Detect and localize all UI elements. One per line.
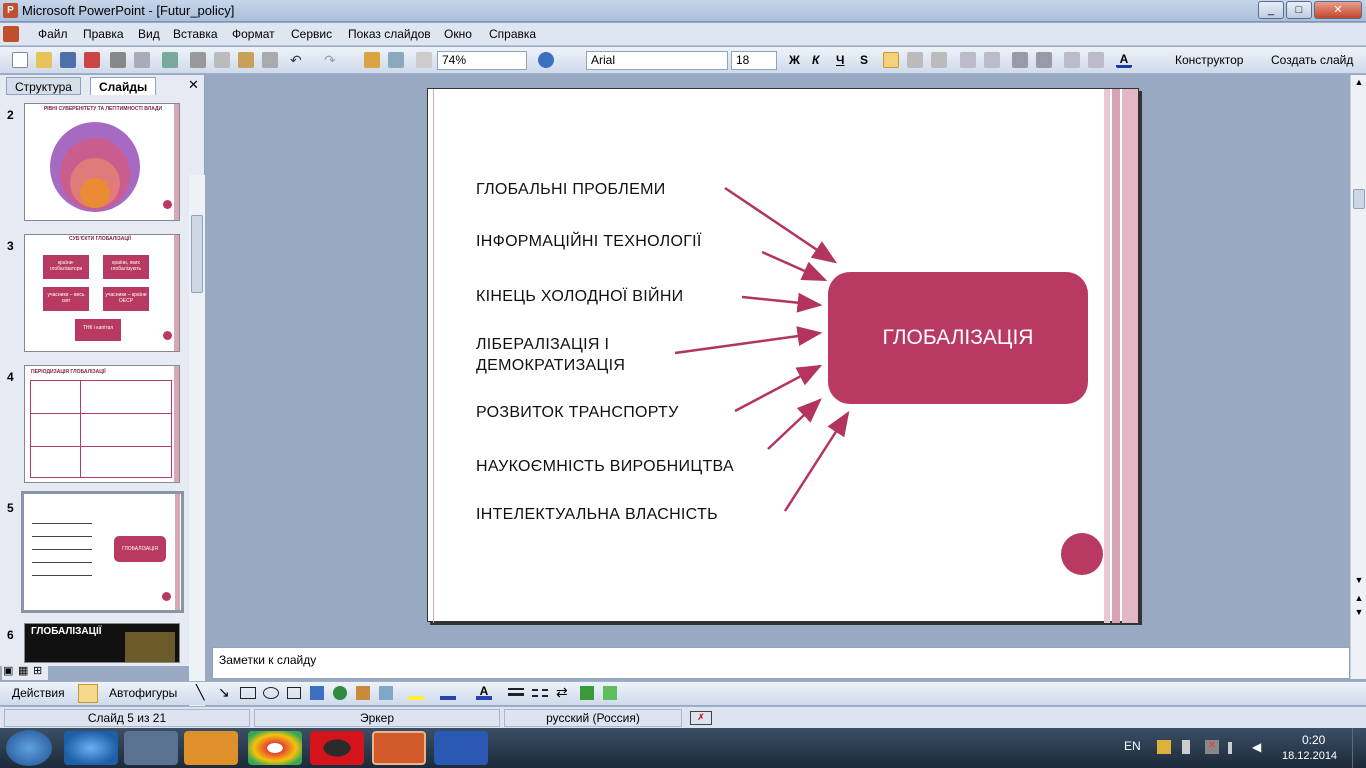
volume-icon[interactable]: ◀ bbox=[1252, 740, 1266, 754]
label-end-of-cold-war[interactable]: КІНЕЦЬ ХОЛОДНОЇ ВІЙНИ bbox=[476, 286, 683, 307]
oval-icon[interactable] bbox=[263, 687, 279, 699]
windows-taskbar: EN ✕ ◀ 0:20 18.12.2014 bbox=[0, 728, 1366, 768]
arrow-1 bbox=[724, 186, 838, 264]
label-knowledge-intensive-production[interactable]: НАУКОЄМНІСТЬ ВИРОБНИЦТВА bbox=[476, 456, 734, 477]
status-design-name: Эркер bbox=[254, 709, 500, 727]
autoshapes-menu[interactable]: Автофигуры bbox=[109, 686, 177, 700]
status-language: русский (Россия) bbox=[504, 709, 682, 727]
arrow-icon[interactable]: ↘ bbox=[218, 684, 230, 701]
label-intellectual-property[interactable]: ІНТЕЛЕКТУАЛЬНА ВЛАСНІСТЬ bbox=[476, 504, 718, 525]
arrow-6 bbox=[767, 398, 822, 450]
next-slide-icon[interactable]: ▼ bbox=[1353, 607, 1365, 619]
start-button[interactable] bbox=[6, 730, 52, 766]
diagram-icon[interactable] bbox=[333, 686, 347, 700]
word-taskbar-icon[interactable] bbox=[434, 731, 488, 765]
notes-pane[interactable]: Заметки к слайду bbox=[212, 647, 1350, 679]
scroll-down-icon[interactable]: ▼ bbox=[1353, 575, 1365, 587]
arrow-7 bbox=[783, 410, 850, 512]
rectangle-icon[interactable] bbox=[240, 687, 256, 699]
scroll-thumb[interactable] bbox=[1353, 189, 1365, 209]
picture-icon[interactable] bbox=[379, 686, 393, 700]
line-icon[interactable]: ╲ bbox=[196, 684, 204, 701]
textbox-icon[interactable] bbox=[287, 687, 301, 699]
line-style-icon[interactable] bbox=[508, 688, 524, 696]
line-color-icon[interactable] bbox=[440, 686, 456, 700]
network-status-icon[interactable] bbox=[1157, 740, 1171, 754]
dash-style-icon[interactable] bbox=[532, 689, 548, 697]
fill-color-icon[interactable] bbox=[408, 686, 424, 700]
label-transport-development[interactable]: РОЗВИТОК ТРАНСПОРТУ bbox=[476, 402, 679, 423]
arrow-4 bbox=[674, 326, 823, 355]
clock-time[interactable]: 0:20 bbox=[1302, 733, 1325, 747]
view-buttons: ▣ ▦ ⊞ bbox=[2, 664, 48, 680]
arrow-3 bbox=[741, 292, 823, 313]
battery-icon[interactable] bbox=[1182, 740, 1190, 754]
clipart-icon[interactable] bbox=[356, 686, 370, 700]
label-liberalization[interactable]: ЛІБЕРАЛІЗАЦІЯ І bbox=[476, 334, 609, 355]
sorter-view-icon[interactable]: ▦ bbox=[18, 664, 28, 677]
drawing-toolbar: Действия Автофигуры ╲ ↘ A ⇄ bbox=[0, 681, 1366, 705]
show-desktop-button[interactable] bbox=[1352, 728, 1366, 768]
status-slide-count: Слайд 5 из 21 bbox=[4, 709, 250, 727]
previous-slide-icon[interactable]: ▲ bbox=[1353, 593, 1365, 605]
arrow-2 bbox=[761, 250, 828, 282]
globalization-box[interactable]: ГЛОБАЛІЗАЦІЯ bbox=[828, 272, 1088, 404]
input-language[interactable]: EN bbox=[1124, 739, 1141, 753]
internet-explorer-icon[interactable] bbox=[64, 731, 118, 765]
slide-scrollbar[interactable]: ▲ ▼ ▲ ▼ bbox=[1350, 75, 1366, 679]
clock-date[interactable]: 18.12.2014 bbox=[1282, 750, 1337, 762]
scroll-up-icon[interactable]: ▲ bbox=[1353, 77, 1365, 89]
arrow-5 bbox=[734, 364, 823, 413]
wordart-icon[interactable] bbox=[310, 686, 324, 700]
media-player-icon[interactable] bbox=[184, 731, 238, 765]
font-color-draw-icon[interactable]: A bbox=[476, 684, 492, 700]
spelling-status-icon[interactable]: ✗ bbox=[690, 711, 712, 725]
slide-decor-circle bbox=[1061, 533, 1103, 575]
opera-icon[interactable] bbox=[310, 731, 364, 765]
powerpoint-taskbar-icon[interactable] bbox=[372, 731, 426, 765]
normal-view-icon[interactable]: ▣ bbox=[3, 664, 13, 677]
arrow-style-icon[interactable]: ⇄ bbox=[556, 684, 568, 701]
select-pointer-icon[interactable] bbox=[78, 684, 98, 703]
status-bar: Слайд 5 из 21 Эркер русский (Россия) ✗ bbox=[0, 706, 1366, 728]
label-democratization[interactable]: ДЕМОКРАТИЗАЦІЯ bbox=[476, 355, 625, 376]
label-global-problems[interactable]: ГЛОБАЛЬНІ ПРОБЛЕМИ bbox=[476, 179, 666, 200]
slideshow-view-icon[interactable]: ⊞ bbox=[33, 664, 42, 677]
3d-style-icon[interactable] bbox=[603, 686, 617, 700]
action-center-icon[interactable]: ✕ bbox=[1205, 740, 1219, 754]
explorer-icon[interactable] bbox=[124, 731, 178, 765]
shadow-style-icon[interactable] bbox=[580, 686, 594, 700]
actions-menu[interactable]: Действия bbox=[12, 686, 65, 700]
chrome-icon[interactable] bbox=[248, 731, 302, 765]
label-information-technologies[interactable]: ІНФОРМАЦІЙНІ ТЕХНОЛОГІЇ bbox=[476, 231, 702, 252]
signal-icon[interactable] bbox=[1228, 742, 1242, 754]
